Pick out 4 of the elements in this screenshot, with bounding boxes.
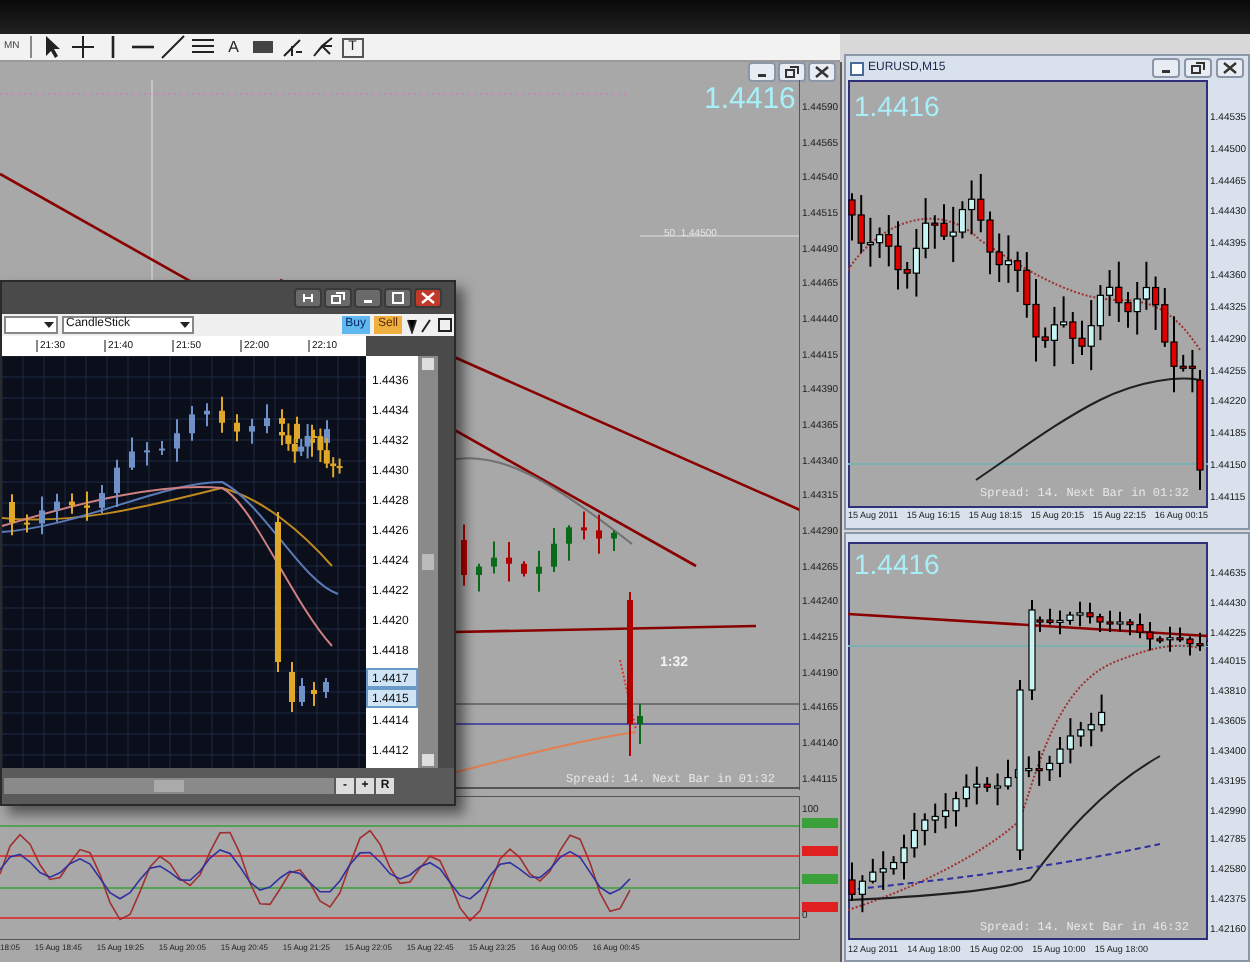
text-tool-button[interactable]: A (219, 35, 248, 59)
price-display: 1.4416 (854, 550, 940, 578)
price-display: 1.4416 (704, 84, 796, 114)
price-display: 1.4416 (854, 92, 940, 120)
